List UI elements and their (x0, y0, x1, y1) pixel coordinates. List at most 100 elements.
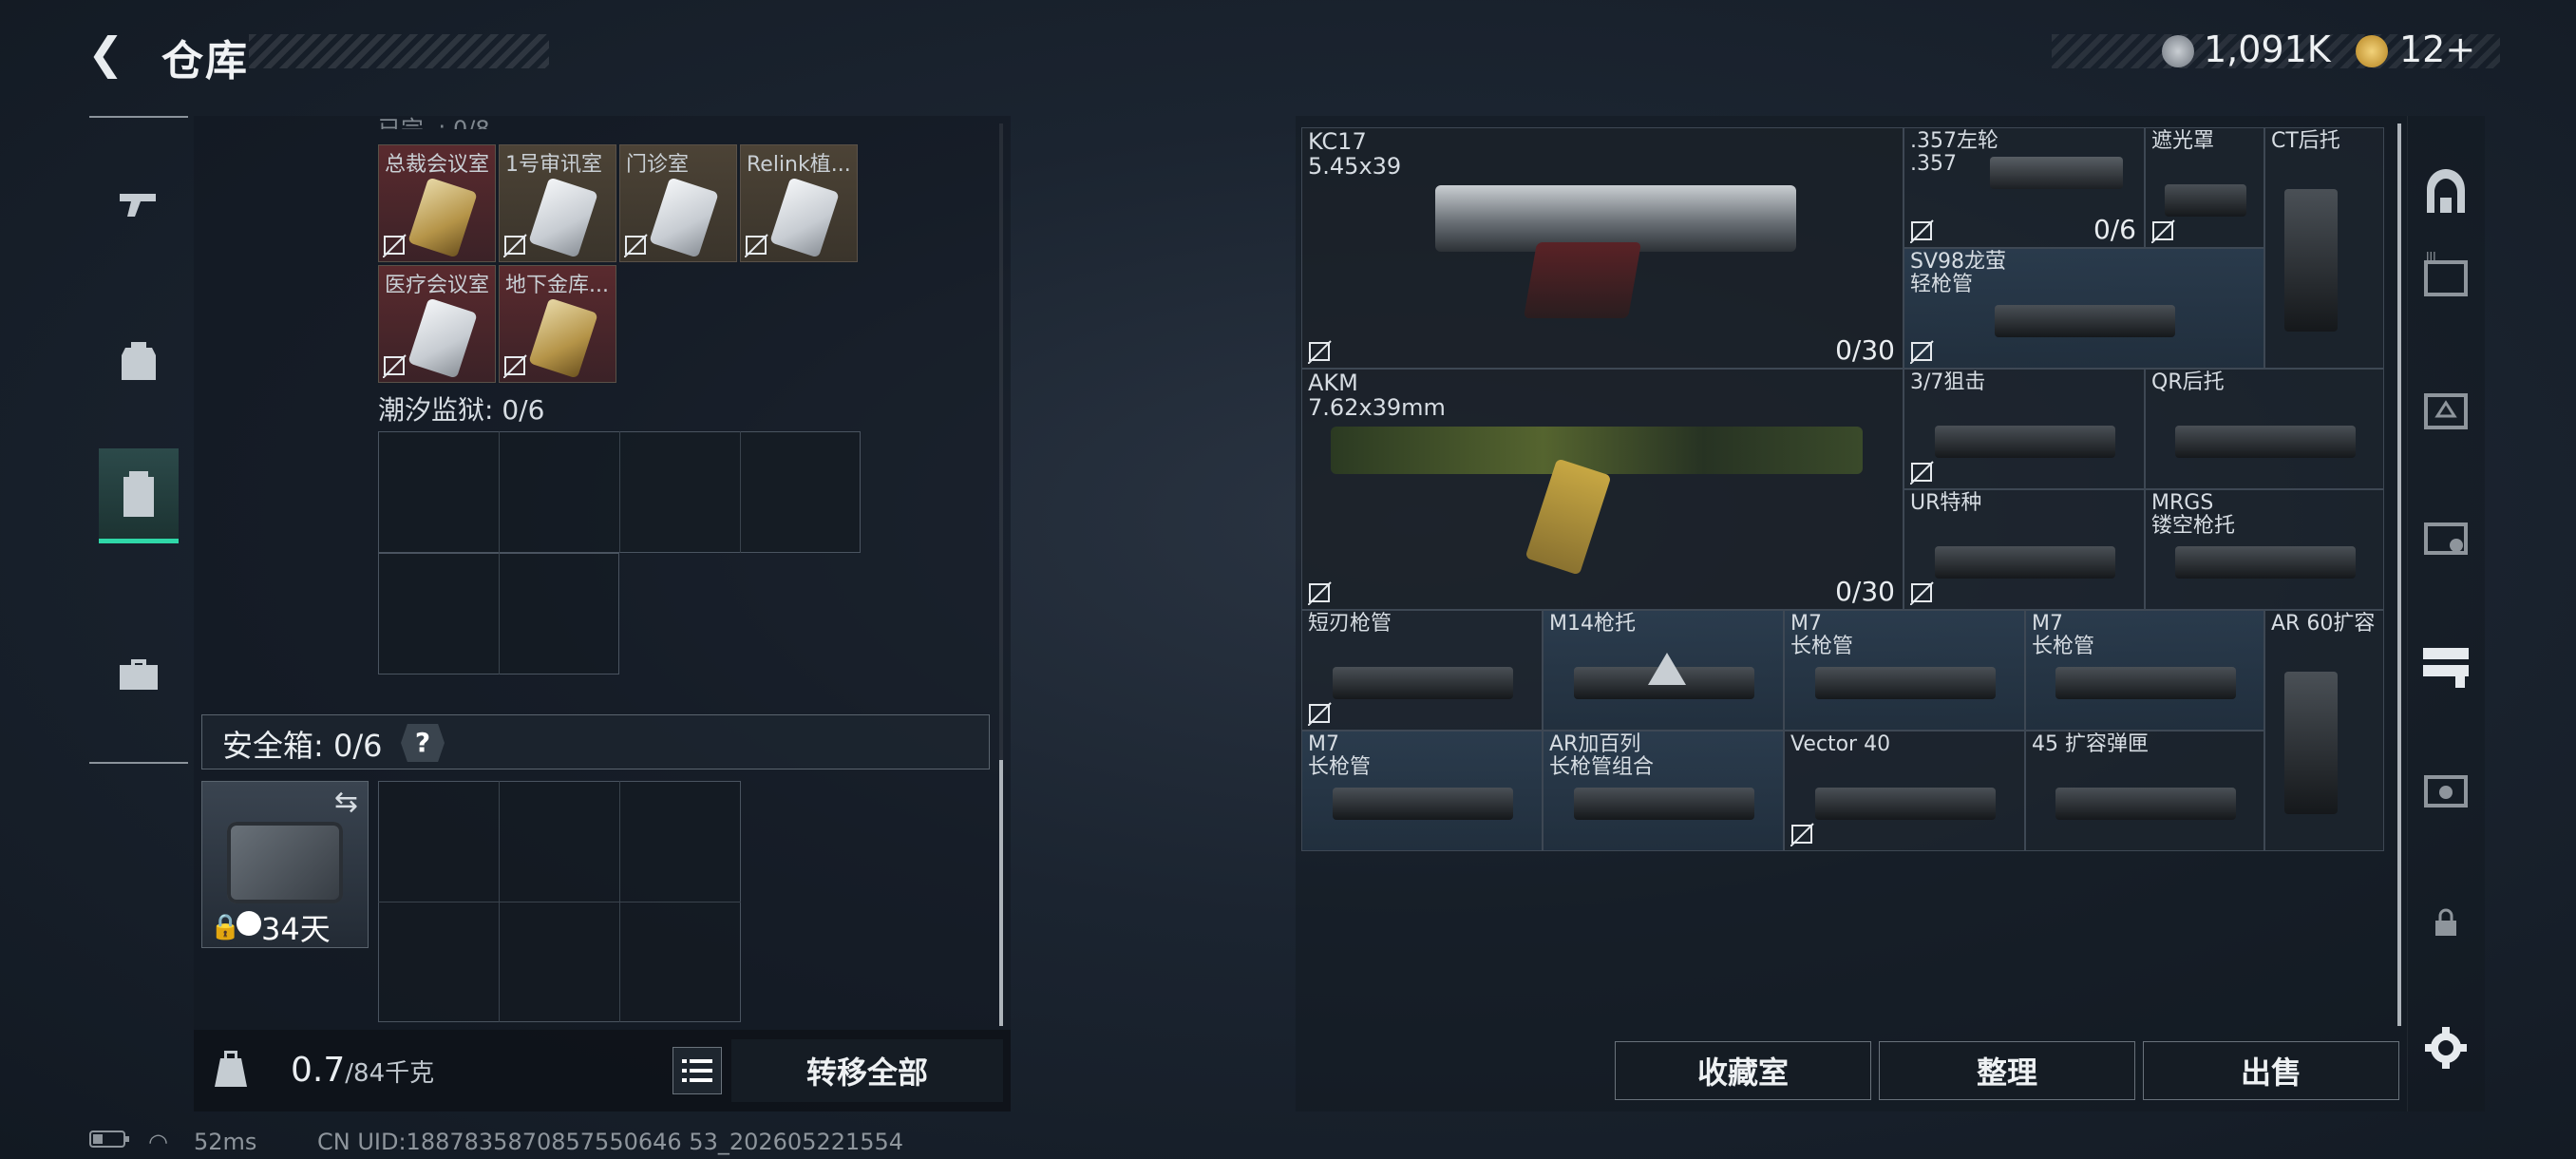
attachment-slot[interactable]: 3/7狙击 (1904, 369, 2145, 489)
partial-section-label: 已完..: 0/8 (378, 116, 490, 129)
attachment-slot[interactable]: QR后托 (2145, 369, 2384, 489)
attachment-slot[interactable]: CT后托 (2264, 127, 2384, 369)
organize-button[interactable]: 整理 (1879, 1041, 2135, 1100)
attachment-slot[interactable]: 短刃枪管 (1301, 610, 1543, 731)
nav-backpack[interactable] (99, 314, 179, 408)
nav-container[interactable] (99, 448, 179, 543)
battery-icon (89, 1129, 131, 1155)
nav-backpack-4[interactable] (2413, 504, 2479, 570)
equipment-scrollbar[interactable] (2397, 124, 2401, 1026)
nav-rig-3[interactable] (2413, 376, 2479, 443)
transfer-all-button[interactable]: 转移全部 (731, 1039, 1003, 1102)
backpack-icon (122, 342, 156, 380)
attachment-label: M7 长枪管 (1790, 612, 1854, 658)
keycard-item[interactable]: Relink植... (740, 144, 858, 262)
no-sell-icon (383, 234, 407, 257)
weapon-icon (120, 194, 156, 217)
akm-mag-image (1525, 458, 1612, 576)
attachment-slot[interactable]: 45 扩容弹匣 (2025, 731, 2264, 851)
keycard-image (769, 177, 840, 258)
attachment-slot[interactable]: SV98龙萤 轻枪管 (1904, 248, 2264, 369)
title-decoration (249, 34, 549, 68)
swap-icon[interactable]: ⇆ (334, 786, 358, 819)
keycard-name: 地下金库... (505, 274, 609, 297)
tide-prison-label: 潮汐监狱: 0/6 (378, 394, 545, 426)
attachment-label: AR 60扩容 (2271, 612, 2376, 636)
nav-case-4[interactable] (2413, 756, 2479, 823)
ammo-count: 0/30 (1835, 334, 1895, 366)
attachment-image (1935, 426, 2115, 458)
safe-case-item[interactable]: ⇆ 🔒 34天 (201, 781, 369, 948)
nav-weapon[interactable] (99, 158, 179, 253)
weight-value: 0.7 (291, 1051, 346, 1090)
attachment-label: M14枪托 (1549, 612, 1636, 636)
kc17-mag-image (1523, 242, 1642, 318)
attachment-slot[interactable]: M7 长枪管 (1784, 610, 2025, 731)
lock-icon: 🔒 (210, 913, 241, 941)
safe-box-label: 安全箱: 0/6 (222, 728, 383, 764)
revolver-slot[interactable]: .357左轮 .357 0/6 (1904, 127, 2145, 248)
clock-icon (237, 911, 261, 936)
attachment-label: CT后托 (2271, 129, 2340, 153)
attachment-slot[interactable]: M7 长枪管 (2025, 610, 2264, 731)
case-image (227, 822, 343, 903)
weapon-slot-kc17[interactable]: KC17 5.45x39 0/30 (1301, 127, 1904, 369)
no-sell-icon (2151, 219, 2175, 243)
attachment-label: MRGS 镂空枪托 (2151, 491, 2236, 538)
list-view-button[interactable] (672, 1047, 722, 1094)
case-icon (120, 659, 158, 690)
attachment-image (1815, 788, 1996, 820)
stash-scroll-thumb[interactable] (999, 760, 1003, 1026)
weapon-caliber: 5.45x39 (1308, 153, 1402, 180)
attachment-image (2055, 667, 2236, 699)
attachment-label: 遮光罩 (2151, 129, 2215, 153)
ping-readout: 52ms (194, 1129, 257, 1155)
attachment-label: QR后托 (2151, 370, 2225, 394)
nav-case[interactable] (99, 627, 179, 722)
ammo-count: 0/30 (1835, 576, 1895, 607)
grid-divider (740, 431, 741, 553)
keycard-item[interactable]: 1号审讯室 (499, 144, 616, 262)
help-button[interactable]: ? (401, 724, 445, 762)
keycard-image (528, 177, 598, 258)
sell-button[interactable]: 出售 (2143, 1041, 2399, 1100)
grid-divider (499, 431, 500, 553)
keycard-item[interactable]: 医疗会议室 (378, 265, 496, 383)
nav-armor-3[interactable]: III (2413, 243, 2479, 310)
weight-max: /84千克 (345, 1059, 435, 1088)
keycard-name: 1号审讯室 (505, 153, 602, 177)
list-icon (682, 1059, 712, 1082)
no-sell-icon (1308, 581, 1332, 605)
attachment-slot[interactable]: AR 60扩容 (2264, 610, 2384, 851)
no-sell-icon (503, 234, 527, 257)
attachment-slot[interactable]: M14枪托 (1543, 610, 1784, 731)
attachment-slot[interactable]: M7 长枪管 (1301, 731, 1543, 851)
keycard-item[interactable]: 门诊室 (619, 144, 737, 262)
no-sell-icon (1910, 340, 1934, 364)
attachment-slot[interactable]: AR加百列 长枪管组合 (1543, 731, 1784, 851)
nav-weapon-active[interactable] (2413, 631, 2479, 697)
attachment-slot[interactable]: MRGS 镂空枪托 (2145, 489, 2384, 610)
case-days: 34天 (261, 911, 331, 947)
attachment-image (1995, 305, 2175, 337)
nav-helmet[interactable] (2413, 158, 2479, 224)
attachment-image (2284, 189, 2338, 332)
attachment-label: 45 扩容弹匣 (2032, 732, 2149, 756)
currency-gold: 12+ (2399, 28, 2476, 70)
keycard-item[interactable]: 地下金库... (499, 265, 616, 383)
settings-button[interactable] (2413, 1015, 2479, 1081)
attachment-slot[interactable]: Vector 40 (1784, 731, 2025, 851)
attachment-slot[interactable]: 遮光罩 (2145, 127, 2264, 248)
weapon-slot-akm[interactable]: AKM 7.62x39mm 0/30 (1301, 369, 1904, 610)
no-sell-icon (1308, 702, 1332, 726)
lock-icon (2435, 908, 2456, 936)
keycard-item[interactable]: 总裁会议室 (378, 144, 496, 262)
attachment-label: SV98龙萤 轻枪管 (1910, 250, 2007, 296)
attachment-slot[interactable]: UR特种 (1904, 489, 2145, 610)
collection-button[interactable]: 收藏室 (1615, 1041, 1871, 1100)
revolver-image (1990, 157, 2123, 189)
keycard-image (407, 297, 478, 379)
attachment-label: M7 长枪管 (1308, 732, 1372, 779)
no-sell-icon (745, 234, 768, 257)
back-button[interactable]: ❮ (87, 28, 137, 78)
